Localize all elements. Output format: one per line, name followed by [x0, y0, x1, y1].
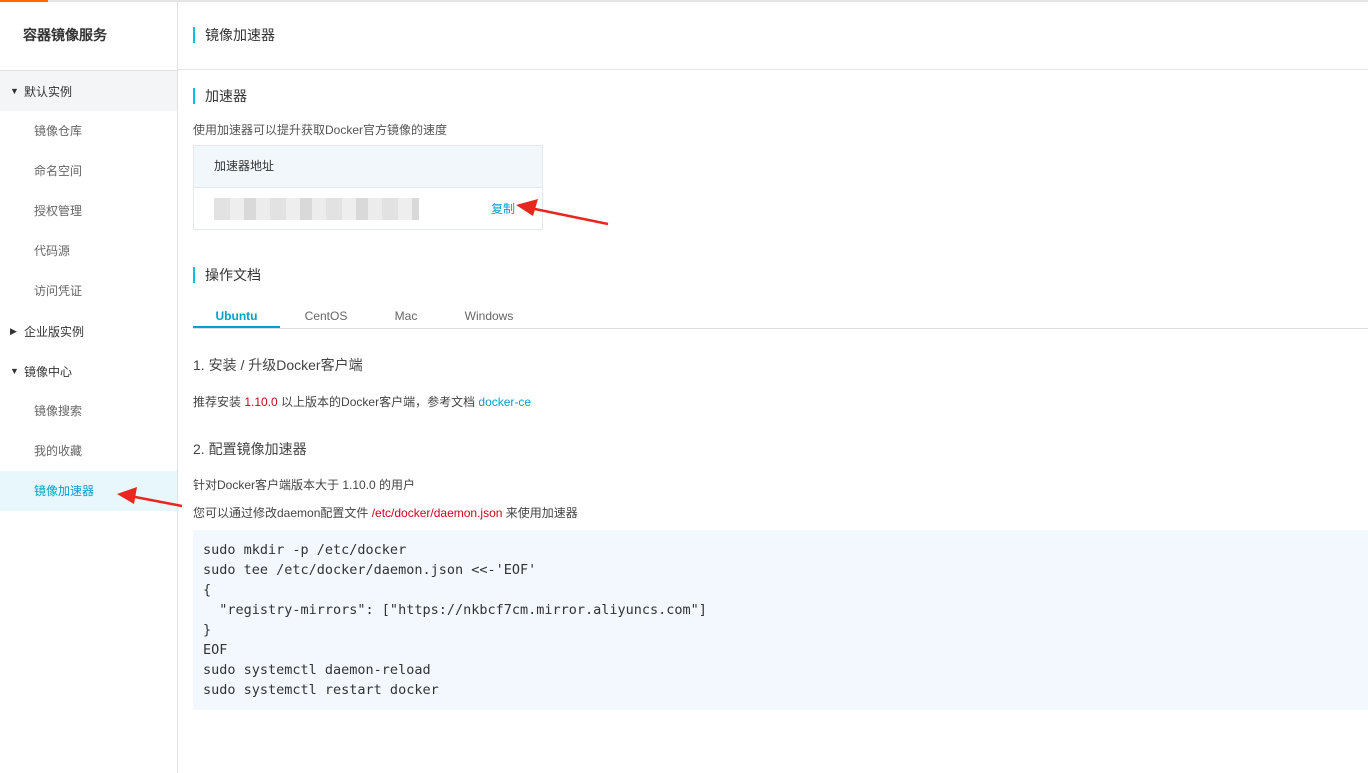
- active-tab-indicator: [193, 326, 280, 328]
- sidebar-item-repositories[interactable]: 镜像仓库: [0, 111, 177, 151]
- step1-text: 推荐安装 1.10.0 以上版本的Docker客户端，参考文档 docker-c…: [193, 393, 531, 410]
- sidebar-group-image-center[interactable]: ▼ 镜像中心: [0, 351, 177, 391]
- accelerator-address-box: 加速器地址 复制: [193, 145, 543, 230]
- accelerator-section-title: 加速器: [193, 88, 247, 104]
- sidebar-item-favorites[interactable]: 我的收藏: [0, 431, 177, 471]
- sidebar-group-label: 企业版实例: [24, 324, 85, 339]
- docker-ce-link[interactable]: docker-ce: [478, 395, 531, 409]
- step1-text-before: 推荐安装: [193, 395, 245, 409]
- step2-line1: 针对Docker客户端版本大于 1.10.0 的用户: [193, 478, 416, 492]
- step2-line2-after: 来使用加速器: [502, 506, 578, 520]
- sidebar-title: 容器镜像服务: [0, 2, 177, 71]
- caret-down-icon: ▼: [10, 86, 19, 96]
- docs-section-title: 操作文档: [193, 267, 261, 283]
- caret-down-icon: ▼: [10, 366, 19, 376]
- daemon-config-path: /etc/docker/daemon.json: [371, 506, 503, 520]
- annotation-arrow-icon: [516, 199, 609, 226]
- page-title: 镜像加速器: [193, 27, 275, 43]
- step2-line2-before: 您可以通过修改daemon配置文件: [193, 506, 372, 520]
- tab-ubuntu[interactable]: Ubuntu: [193, 309, 280, 327]
- step2-line2: 您可以通过修改daemon配置文件 /etc/docker/daemon.jso…: [193, 504, 578, 521]
- sidebar-group-label: 镜像中心: [24, 364, 73, 379]
- sidebar: 容器镜像服务 ▼ 默认实例 镜像仓库 命名空间 授权管理 代码源 访问凭证 ▶ …: [0, 2, 178, 773]
- accelerator-description: 使用加速器可以提升获取Docker官方镜像的速度: [193, 123, 448, 137]
- annotation-arrow-icon: [117, 487, 183, 508]
- tab-windows[interactable]: Windows: [449, 309, 529, 327]
- sidebar-item-image-search[interactable]: 镜像搜索: [0, 391, 177, 431]
- tab-mac[interactable]: Mac: [366, 309, 446, 327]
- main-content: 镜像加速器 加速器 使用加速器可以提升获取Docker官方镜像的速度 加速器地址…: [178, 2, 1368, 773]
- docker-version: 1.10.0: [244, 395, 278, 409]
- config-code-block[interactable]: sudo mkdir -p /etc/docker sudo tee /etc/…: [193, 530, 1368, 710]
- sidebar-item-code-source[interactable]: 代码源: [0, 231, 177, 271]
- sidebar-group-default-instance[interactable]: ▼ 默认实例: [0, 71, 177, 111]
- sidebar-item-namespaces[interactable]: 命名空间: [0, 151, 177, 191]
- step2-title: 2. 配置镜像加速器: [193, 441, 307, 457]
- tab-centos[interactable]: CentOS: [286, 309, 366, 327]
- step1-text-after: 以上版本的Docker客户端，参考文档: [277, 395, 479, 409]
- sidebar-item-authorization[interactable]: 授权管理: [0, 191, 177, 231]
- os-tabs: Ubuntu CentOS Mac Windows: [193, 303, 1368, 329]
- accelerator-address-header: 加速器地址: [194, 146, 542, 188]
- sidebar-group-label: 默认实例: [24, 84, 73, 99]
- sidebar-item-credentials[interactable]: 访问凭证: [0, 271, 177, 311]
- page-header: 镜像加速器: [178, 2, 1368, 70]
- step1-title: 1. 安装 / 升级Docker客户端: [193, 357, 363, 373]
- redacted-accelerator-address: [214, 198, 419, 220]
- caret-right-icon: ▶: [10, 325, 17, 336]
- sidebar-group-enterprise-instance[interactable]: ▶ 企业版实例: [0, 311, 177, 351]
